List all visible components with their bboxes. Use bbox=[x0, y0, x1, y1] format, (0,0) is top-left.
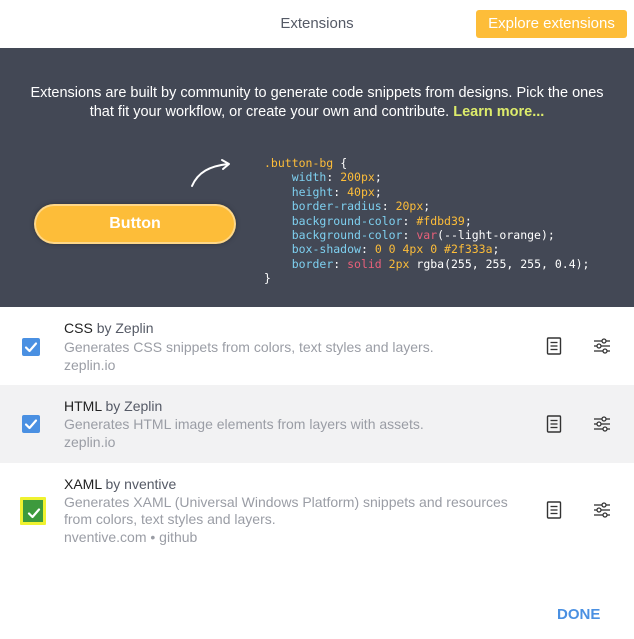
extension-title: XAML by nventive bbox=[64, 476, 176, 492]
extension-description: Generates CSS snippets from colors, text… bbox=[64, 339, 434, 355]
code-prop: background-color bbox=[291, 213, 403, 228]
code-rest: ; bbox=[374, 170, 382, 185]
code-rest: (--light-orange); bbox=[437, 228, 555, 243]
code-rest: ; bbox=[374, 184, 382, 199]
extension-title: HTML by Zeplin bbox=[64, 398, 162, 414]
extension-name: XAML bbox=[64, 476, 102, 492]
code-prop: border bbox=[291, 256, 334, 271]
code-prop: box-shadow bbox=[291, 242, 361, 257]
explore-extensions-button[interactable]: Explore extensions bbox=[476, 10, 627, 38]
extension-row-html: HTML by Zeplin Generates HTML image elem… bbox=[0, 385, 634, 463]
settings-sliders-icon[interactable] bbox=[593, 338, 611, 354]
code-keyword: var bbox=[416, 228, 438, 243]
code-rest: rgba(255, 255, 255, 0.4); bbox=[416, 256, 590, 271]
code-prop: border-radius bbox=[291, 199, 382, 214]
html-checkbox[interactable] bbox=[22, 415, 40, 433]
extension-description: Generates HTML image elements from layer… bbox=[64, 416, 424, 432]
extension-author: by Zeplin bbox=[105, 398, 163, 414]
settings-sliders-icon[interactable] bbox=[593, 416, 611, 432]
code-rest: ; bbox=[492, 242, 500, 257]
code-number: #fdbd39 bbox=[416, 213, 465, 228]
code-prop: width bbox=[291, 170, 327, 185]
extension-author: by Zeplin bbox=[96, 320, 154, 336]
extension-row-xaml: XAML by nventive Generates XAML (Univers… bbox=[0, 463, 634, 558]
settings-sliders-icon[interactable] bbox=[593, 502, 611, 518]
css-checkbox[interactable] bbox=[22, 338, 40, 356]
extension-author: by nventive bbox=[105, 476, 177, 492]
code-close-brace: } bbox=[264, 271, 271, 286]
code-number: 200px bbox=[340, 170, 375, 185]
code-keyword: solid bbox=[347, 256, 382, 271]
extensions-banner: Extensions are built by community to gen… bbox=[0, 48, 634, 307]
dialog-header: Extensions Explore extensions bbox=[0, 0, 634, 48]
extension-row-css: CSS by Zeplin Generates CSS snippets fro… bbox=[0, 307, 634, 385]
code-snippet: .button-bg { width: 200px; height: 40px;… bbox=[264, 156, 590, 286]
learn-more-link[interactable]: Learn more... bbox=[453, 104, 544, 120]
code-rest: ; bbox=[423, 199, 431, 214]
extension-name: CSS bbox=[64, 320, 93, 336]
code-prop: height bbox=[291, 184, 334, 199]
code-number: 0 0 4px 0 #2f333a bbox=[374, 242, 493, 257]
extension-link[interactable]: nventive.com • github bbox=[64, 529, 197, 545]
code-selector: .button-bg bbox=[264, 156, 334, 170]
curved-arrow-icon bbox=[191, 159, 230, 187]
checkmark-icon bbox=[24, 419, 38, 430]
document-icon[interactable] bbox=[546, 501, 562, 519]
document-icon[interactable] bbox=[546, 337, 562, 355]
extension-title: CSS by Zeplin bbox=[64, 320, 154, 336]
document-icon[interactable] bbox=[546, 415, 562, 433]
extension-description: Generates XAML (Universal Windows Platfo… bbox=[64, 494, 508, 527]
extension-name: HTML bbox=[64, 398, 102, 414]
checkmark-icon bbox=[24, 342, 38, 353]
code-number: 2px bbox=[388, 256, 410, 271]
xaml-checkbox[interactable] bbox=[20, 497, 46, 525]
checkmark-icon bbox=[27, 508, 41, 519]
code-prop: background-color bbox=[291, 228, 403, 243]
code-number: 40px bbox=[347, 184, 375, 199]
intro-text: Extensions are built by community to gen… bbox=[20, 84, 614, 122]
done-button[interactable]: DONE bbox=[557, 606, 600, 623]
extension-link[interactable]: zeplin.io bbox=[64, 357, 115, 373]
sample-button-preview: Button bbox=[34, 204, 236, 244]
code-number: 20px bbox=[395, 199, 424, 214]
extension-link[interactable]: zeplin.io bbox=[64, 434, 115, 450]
code-open-brace: { bbox=[340, 156, 348, 170]
code-rest: ; bbox=[464, 213, 472, 228]
